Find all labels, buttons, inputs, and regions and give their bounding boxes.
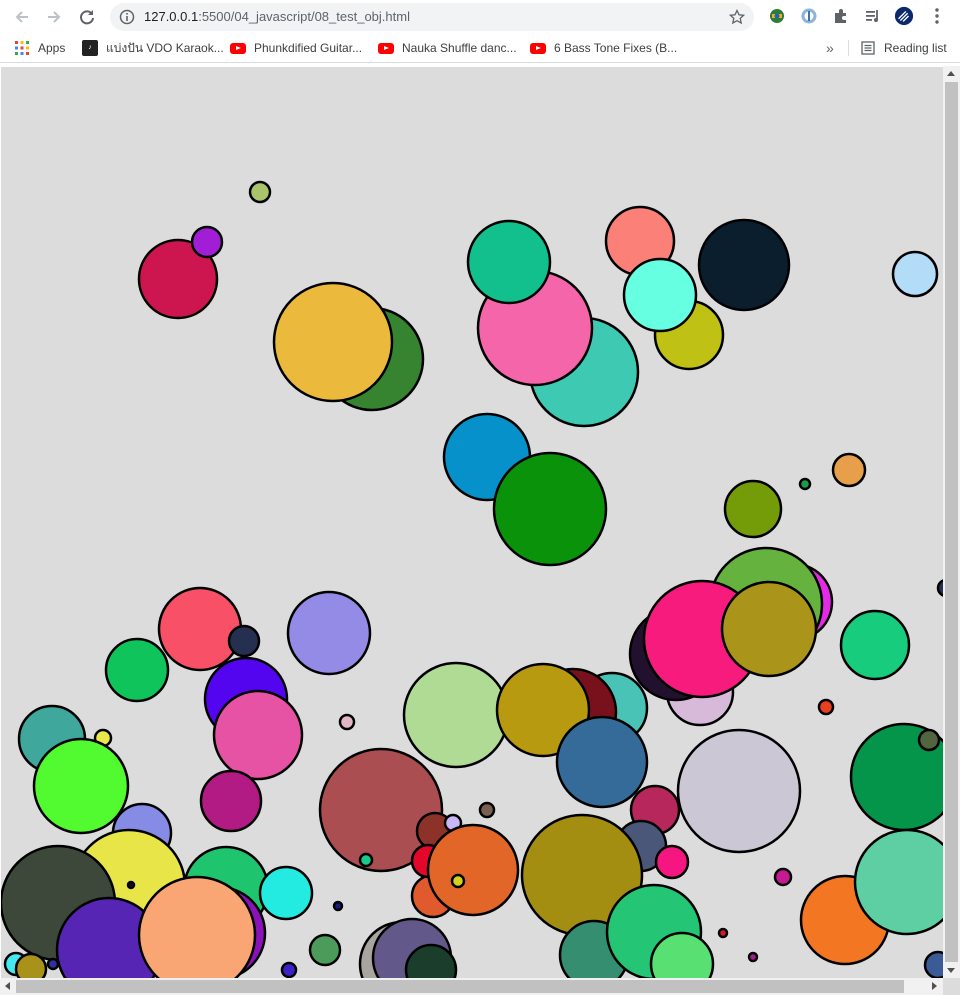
- info-icon[interactable]: [118, 8, 136, 26]
- bubble-circle: [358, 852, 374, 868]
- url-text[interactable]: 127.0.0.1:5500/04_javascript/08_test_obj…: [144, 9, 410, 24]
- bookmark-bass-tone[interactable]: 6 Bass Tone Fixes (B...: [530, 38, 677, 58]
- bookmark-nauka[interactable]: Nauka Shuffle danc...: [378, 38, 517, 58]
- bubble-circle: [286, 590, 372, 676]
- bubble-circle: [478, 801, 496, 819]
- arrow-right-icon: [48, 11, 61, 23]
- reload-button[interactable]: [75, 5, 99, 29]
- bubble-circle: [32, 737, 130, 835]
- puzzle-icon[interactable]: [831, 6, 851, 26]
- bubble-circle: [717, 927, 729, 939]
- bubble-circle: [622, 257, 698, 333]
- vertical-scrollbar[interactable]: [943, 66, 960, 978]
- back-button[interactable]: [10, 5, 34, 29]
- url-host: 127.0.0.1: [144, 9, 199, 24]
- bubble-circle: [839, 609, 911, 681]
- star-icon[interactable]: [728, 8, 746, 26]
- bubble-drawing: [1, 180, 943, 978]
- page-viewport: [0, 66, 960, 997]
- horizontal-scrollbar[interactable]: [0, 978, 943, 995]
- bookmark-label: 6 Bass Tone Fixes (B...: [554, 41, 678, 55]
- bookmark-label: Nauka Shuffle danc...: [402, 41, 517, 55]
- bookmark-phunkdified[interactable]: Phunkdified Guitar...: [230, 38, 362, 58]
- bubble-circle: [248, 180, 272, 204]
- bubble-circle: [492, 451, 608, 567]
- scroll-down-icon[interactable]: [947, 968, 955, 973]
- scrollbar-corner: [943, 978, 960, 995]
- bubble-circle: [917, 728, 941, 752]
- bubble-circle: [137, 875, 257, 978]
- bubble-circle: [891, 250, 939, 298]
- reading-list-icon: [860, 40, 876, 56]
- bubble-circle: [555, 715, 649, 809]
- forward-button[interactable]: [42, 5, 66, 29]
- horizontal-scroll-thumb[interactable]: [16, 980, 904, 993]
- bubble-circle: [831, 452, 867, 488]
- bubble-canvas: [1, 67, 943, 978]
- youtube-icon: [378, 40, 394, 56]
- bubble-circle: [923, 950, 943, 978]
- media-queue-icon[interactable]: [863, 6, 883, 26]
- bubble-circle: [402, 661, 510, 769]
- bubble-circle: [104, 637, 170, 703]
- bubble-circle: [308, 933, 342, 967]
- arrow-left-icon: [15, 11, 28, 23]
- bubble-circle: [126, 880, 136, 890]
- reload-icon: [80, 10, 94, 25]
- bubble-circle: [46, 957, 60, 971]
- karaoke-site-icon: ♪: [82, 40, 98, 56]
- youtube-icon: [530, 40, 546, 56]
- bubble-circle: [280, 961, 298, 978]
- bubble-circle: [227, 624, 261, 658]
- bubble-circle: [720, 580, 818, 678]
- bookmark-apps[interactable]: Apps: [14, 38, 65, 58]
- kebab-menu-icon[interactable]: [927, 6, 947, 26]
- bookmarks-bar: Apps ♪ แบ่งปัน VDO Karaok... Phunkdified…: [0, 34, 960, 63]
- vertical-scroll-thumb[interactable]: [945, 82, 958, 962]
- scroll-right-icon[interactable]: [932, 982, 937, 990]
- bookmark-label: Apps: [38, 41, 66, 55]
- bubble-circle: [450, 873, 466, 889]
- browser-toolbar: 127.0.0.1:5500/04_javascript/08_test_obj…: [0, 0, 960, 34]
- globe-extension-icon[interactable]: [767, 6, 787, 26]
- scroll-left-icon[interactable]: [5, 982, 10, 990]
- url-path: :5500/04_javascript/08_test_obj.html: [198, 9, 410, 24]
- bubble-circle: [14, 952, 48, 978]
- bubble-circle: [272, 281, 394, 403]
- bookmarks-overflow-button[interactable]: »: [826, 38, 834, 58]
- bubble-circle: [817, 698, 835, 716]
- bubble-circle: [157, 586, 243, 672]
- shield-extension-icon[interactable]: [799, 6, 819, 26]
- bubble-circle: [212, 689, 304, 781]
- double-chevron-icon: »: [826, 40, 834, 56]
- bubble-circle: [773, 867, 793, 887]
- bubble-circle: [676, 728, 802, 854]
- apps-grid-icon: [14, 40, 30, 56]
- bubble-circle: [338, 713, 356, 731]
- bubble-circle: [190, 225, 224, 259]
- profile-avatar-icon[interactable]: [894, 6, 914, 26]
- bubble-circle: [654, 844, 690, 880]
- address-bar[interactable]: 127.0.0.1:5500/04_javascript/08_test_obj…: [110, 3, 754, 31]
- bubble-circle: [798, 477, 812, 491]
- bubble-circle: [199, 769, 263, 833]
- reading-list-button[interactable]: Reading list: [860, 38, 947, 58]
- bubble-circle: [466, 219, 552, 305]
- bookmark-karaoke[interactable]: ♪ แบ่งปัน VDO Karaok...: [82, 38, 224, 58]
- youtube-icon: [230, 40, 246, 56]
- bookmarks-divider: [848, 40, 849, 56]
- bookmark-label: Phunkdified Guitar...: [254, 41, 363, 55]
- bubble-circle: [723, 479, 783, 539]
- reading-list-label: Reading list: [884, 41, 947, 55]
- bubble-circle: [258, 865, 314, 921]
- bubble-circle: [697, 218, 791, 312]
- scroll-up-icon[interactable]: [947, 71, 955, 76]
- bubble-circle: [853, 828, 943, 936]
- bookmark-label: แบ่งปัน VDO Karaok...: [106, 40, 224, 55]
- bubble-circle: [426, 823, 520, 917]
- bubble-circle: [332, 900, 344, 912]
- bubble-circle: [747, 951, 759, 963]
